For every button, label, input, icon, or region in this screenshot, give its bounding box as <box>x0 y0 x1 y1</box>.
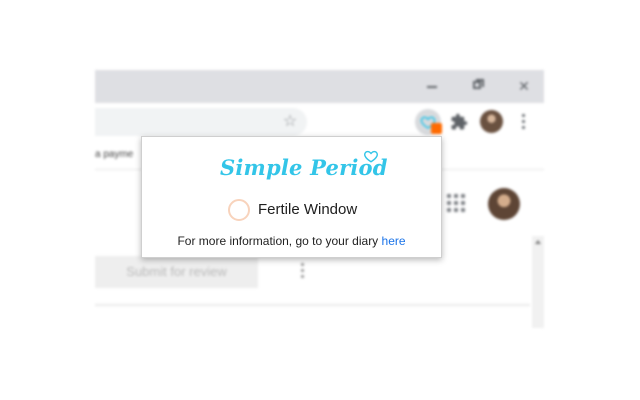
star-icon[interactable]: ☆ <box>281 113 299 131</box>
minimize-button[interactable] <box>422 76 442 96</box>
status-label: Fertile Window <box>258 201 358 218</box>
extension-badge <box>431 123 442 134</box>
more-vert-icon[interactable] <box>300 263 306 281</box>
bookmark-item[interactable]: a payme <box>95 149 133 160</box>
diary-link[interactable]: here <box>382 234 406 248</box>
apps-grid-icon[interactable] <box>447 194 465 212</box>
address-bar[interactable]: ☆ <box>95 108 307 136</box>
app-logo: Simple Period <box>220 149 387 185</box>
account-avatar[interactable] <box>488 188 520 220</box>
extension-popup: Simple Period Fertile Window For more in… <box>141 136 442 258</box>
heart-icon <box>364 150 378 163</box>
title-bar: ✕ <box>95 70 544 103</box>
screenshot-stage: ✕ ☆ a payme Submit for review Simple Per… <box>0 0 640 400</box>
extensions-puzzle-icon[interactable] <box>450 113 468 131</box>
info-prefix: For more information, go to your diary <box>177 234 382 248</box>
profile-avatar[interactable] <box>480 110 503 133</box>
info-text: For more information, go to your diary h… <box>142 234 441 248</box>
scrollbar[interactable] <box>532 236 544 328</box>
more-vert-icon[interactable] <box>521 114 527 130</box>
restore-button[interactable] <box>468 76 488 96</box>
close-button[interactable]: ✕ <box>514 76 534 96</box>
status-ring-icon <box>228 199 250 221</box>
divider <box>95 304 530 306</box>
submit-for-review-button[interactable]: Submit for review <box>95 256 258 288</box>
scroll-up-icon[interactable] <box>535 240 541 244</box>
